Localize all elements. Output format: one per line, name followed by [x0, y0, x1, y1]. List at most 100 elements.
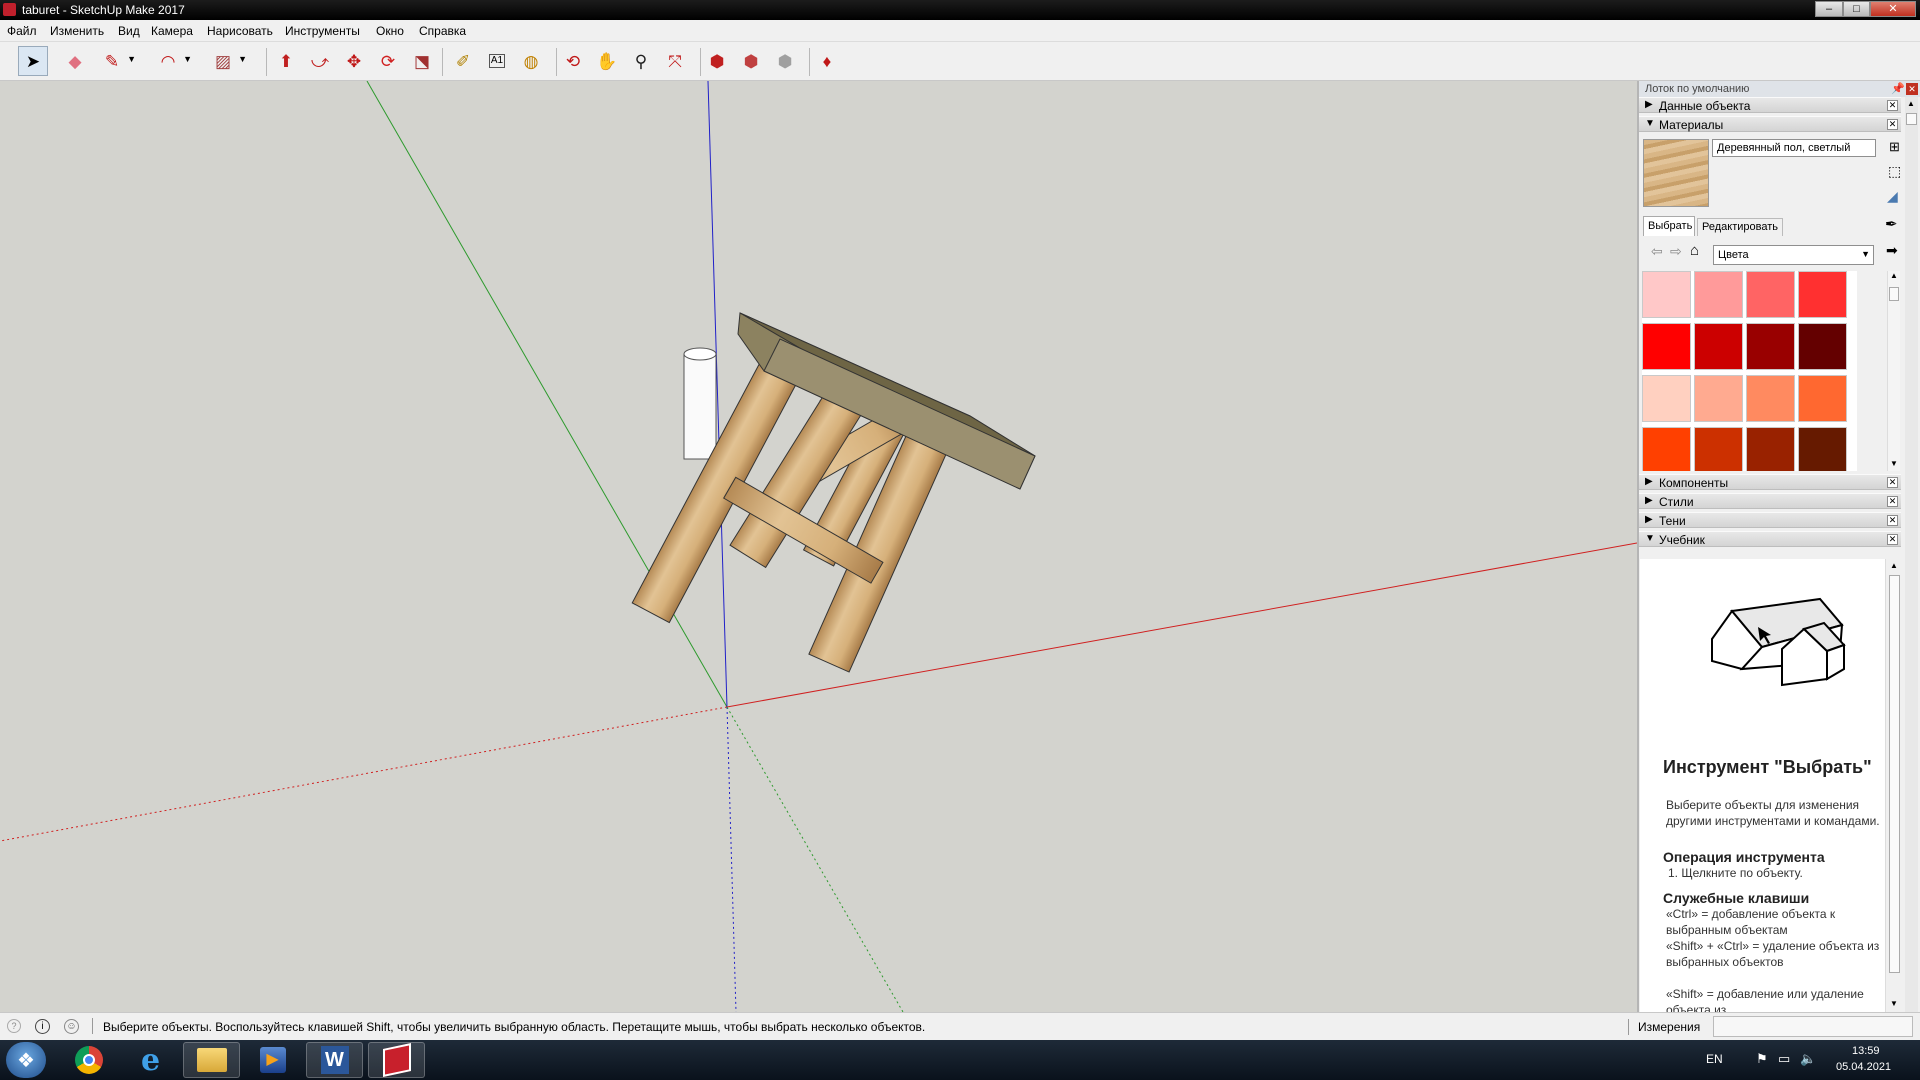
push-pull-tool-button[interactable]: ⬆: [271, 46, 301, 76]
warehouse-tool-button[interactable]: ⬢: [702, 46, 732, 76]
scrollbar-thumb[interactable]: [1889, 575, 1900, 973]
minimize-button[interactable]: –: [1815, 1, 1843, 17]
maximize-button[interactable]: □: [1843, 1, 1870, 17]
color-swatch[interactable]: [1746, 375, 1795, 422]
language-indicator[interactable]: EN: [1706, 1052, 1723, 1066]
menu-tools[interactable]: Инструменты: [285, 24, 360, 38]
scroll-down-icon[interactable]: ▼: [1890, 999, 1898, 1008]
default-material-icon[interactable]: ⬚: [1888, 163, 1901, 180]
color-swatch[interactable]: [1746, 271, 1795, 318]
chevron-down-icon[interactable]: ▼: [183, 55, 192, 64]
move-tool-button[interactable]: ✥: [339, 46, 369, 76]
color-swatch[interactable]: [1746, 427, 1795, 471]
swatch-scrollbar[interactable]: ▲ ▼: [1887, 271, 1900, 471]
orbit-tool-button[interactable]: ⟲: [558, 46, 588, 76]
chevron-down-icon[interactable]: ▼: [127, 55, 136, 64]
text-tool-button[interactable]: A1: [482, 46, 512, 76]
eyedropper-icon[interactable]: ✒: [1885, 215, 1898, 233]
scroll-up-icon[interactable]: ▲: [1907, 99, 1915, 108]
color-swatch[interactable]: [1798, 375, 1847, 422]
volume-muted-icon[interactable]: 🔈: [1800, 1051, 1816, 1067]
scrollbar-thumb[interactable]: [1906, 113, 1917, 125]
line-tool-button[interactable]: ✎ ▼: [97, 46, 136, 76]
menu-help[interactable]: Справка: [419, 24, 466, 38]
menu-file[interactable]: Файл: [7, 24, 37, 38]
share-model-tool-button[interactable]: ⬢: [770, 46, 800, 76]
instructor-header[interactable]: ▼ Учебник ✕: [1639, 531, 1901, 547]
scroll-down-icon[interactable]: ▼: [1890, 459, 1898, 468]
zoom-tool-button[interactable]: ⚲: [626, 46, 656, 76]
network-icon[interactable]: ▭: [1778, 1051, 1790, 1067]
materials-header[interactable]: ▼ Материалы ✕: [1639, 116, 1901, 132]
close-icon[interactable]: ✕: [1906, 83, 1918, 95]
geo-location-icon[interactable]: ?: [7, 1019, 21, 1033]
collection-dropdown[interactable]: Цвета ▼: [1713, 245, 1874, 265]
color-swatch[interactable]: [1798, 427, 1847, 471]
back-arrow-icon[interactable]: ⇦: [1651, 243, 1663, 260]
scrollbar-thumb[interactable]: [1889, 287, 1899, 301]
color-swatch[interactable]: [1798, 271, 1847, 318]
measurements-field[interactable]: [1713, 1016, 1913, 1037]
zoom-extents-tool-button[interactable]: ⤧: [660, 46, 690, 76]
select-tool-button[interactable]: ➤: [18, 46, 48, 76]
menu-edit[interactable]: Изменить: [50, 24, 104, 38]
close-icon[interactable]: ✕: [1887, 119, 1898, 130]
color-swatch[interactable]: [1642, 375, 1691, 422]
close-icon[interactable]: ✕: [1887, 534, 1898, 545]
tray-scrollbar[interactable]: ▲: [1905, 97, 1918, 1012]
menu-window[interactable]: Окно: [376, 24, 404, 38]
arc-tool-button[interactable]: ◠ ▼: [153, 46, 192, 76]
menu-camera[interactable]: Камера: [151, 24, 193, 38]
home-icon[interactable]: ⌂: [1690, 242, 1699, 259]
word-task[interactable]: W: [306, 1042, 363, 1078]
pin-icon[interactable]: 📌: [1891, 82, 1905, 95]
clock-date[interactable]: 05.04.2021: [1836, 1061, 1891, 1073]
close-icon[interactable]: ✕: [1887, 477, 1898, 488]
close-icon[interactable]: ✕: [1887, 100, 1898, 111]
close-icon[interactable]: ✕: [1887, 515, 1898, 526]
credits-icon[interactable]: i: [35, 1019, 50, 1034]
scroll-up-icon[interactable]: ▲: [1890, 561, 1898, 570]
create-material-icon[interactable]: ⊞: [1889, 139, 1900, 155]
extension-warehouse-tool-button[interactable]: ⬢: [736, 46, 766, 76]
color-swatch[interactable]: [1642, 271, 1691, 318]
chevron-down-icon[interactable]: ▼: [238, 55, 247, 64]
user-icon[interactable]: ☺: [64, 1019, 79, 1034]
color-swatch[interactable]: [1642, 323, 1691, 370]
clock-time[interactable]: 13:59: [1852, 1045, 1880, 1057]
color-swatch[interactable]: [1798, 323, 1847, 370]
paint-bucket-tool-button[interactable]: ◍: [516, 46, 546, 76]
shape-tool-button[interactable]: ▨ ▼: [208, 46, 247, 76]
sketchup-task[interactable]: [368, 1042, 425, 1078]
rotate-tool-button[interactable]: ⟳: [373, 46, 403, 76]
shadows-header[interactable]: ▶ Тени ✕: [1639, 512, 1901, 528]
tab-edit[interactable]: Редактировать: [1697, 218, 1783, 236]
components-header[interactable]: ▶ Компоненты ✕: [1639, 474, 1901, 490]
tape-measure-tool-button[interactable]: ✐: [448, 46, 478, 76]
sample-paint-icon[interactable]: ◢: [1887, 188, 1898, 205]
color-swatch[interactable]: [1642, 427, 1691, 471]
color-swatch[interactable]: [1694, 375, 1743, 422]
close-button[interactable]: ✕: [1870, 1, 1916, 17]
tab-select[interactable]: Выбрать: [1643, 216, 1695, 236]
menu-view[interactable]: Вид: [118, 24, 140, 38]
follow-me-tool-button[interactable]: ⤻: [305, 46, 335, 76]
color-swatch[interactable]: [1746, 323, 1795, 370]
explorer-task[interactable]: [183, 1042, 240, 1078]
styles-header[interactable]: ▶ Стили ✕: [1639, 493, 1901, 509]
extension-manager-tool-button[interactable]: ♦: [812, 46, 842, 76]
3d-viewport[interactable]: [0, 81, 1637, 1012]
action-center-flag-icon[interactable]: ⚑: [1756, 1051, 1768, 1067]
entity-info-header[interactable]: ▶ Данные объекта ✕: [1639, 97, 1901, 113]
stool-model[interactable]: [631, 312, 1036, 673]
close-icon[interactable]: ✕: [1887, 496, 1898, 507]
color-swatch[interactable]: [1694, 427, 1743, 471]
start-button[interactable]: ❖: [6, 1042, 46, 1078]
eraser-tool-button[interactable]: ◆: [60, 46, 90, 76]
chrome-task[interactable]: [60, 1042, 117, 1078]
details-arrow-icon[interactable]: ➡: [1886, 242, 1898, 259]
forward-arrow-icon[interactable]: ⇨: [1670, 243, 1682, 260]
scroll-up-icon[interactable]: ▲: [1890, 271, 1898, 280]
menu-draw[interactable]: Нарисовать: [207, 24, 273, 38]
color-swatch[interactable]: [1694, 323, 1743, 370]
